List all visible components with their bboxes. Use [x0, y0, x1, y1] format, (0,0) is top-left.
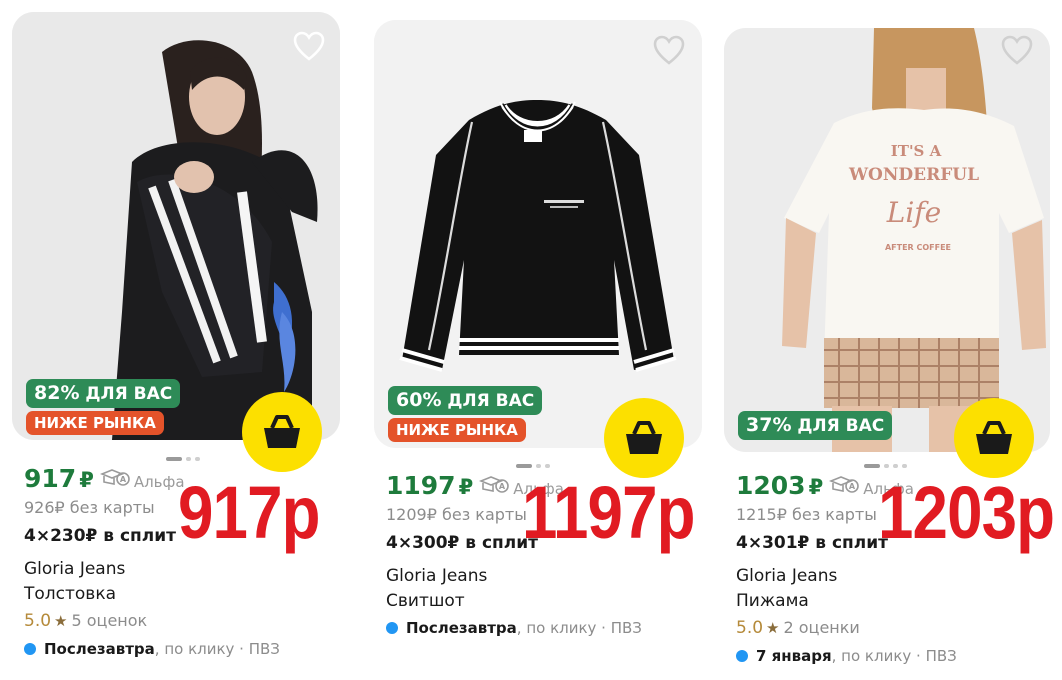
price-without-card: 926₽ без карты	[24, 498, 155, 517]
currency-sign: ₽	[79, 468, 94, 492]
below-market-badge: НИЖЕ РЫНКА	[388, 418, 526, 442]
heart-icon[interactable]	[292, 30, 326, 62]
alfa-bank-icon: A	[829, 476, 860, 493]
overlay-price: 1197р	[522, 471, 696, 554]
rating-score: 5.0	[24, 611, 52, 631]
card-price: 917	[24, 464, 77, 493]
overlay-price: 917р	[178, 471, 320, 554]
heart-icon[interactable]	[1000, 34, 1034, 66]
delivery-info: 7 января, по клику · ПВЗ	[736, 647, 957, 665]
basket-icon	[264, 415, 300, 448]
star-icon: ★	[54, 612, 68, 630]
badges: 82% ДЛЯ ВАС НИЖЕ РЫНКА	[26, 379, 181, 435]
product-title[interactable]: Свитшот	[386, 591, 465, 611]
image-pager-dots[interactable]	[864, 464, 907, 468]
rating-score: 5.0	[736, 618, 764, 638]
basket-icon	[976, 421, 1012, 454]
star-icon: ★	[766, 619, 780, 637]
rating: 5.0 ★ 5 оценок	[24, 611, 147, 631]
alfa-bank-icon: A	[99, 469, 130, 486]
product-image[interactable]	[374, 20, 702, 448]
rating-count: 5 оценок	[71, 611, 148, 630]
badges: 60% ДЛЯ ВАС НИЖЕ РЫНКА	[388, 386, 543, 442]
brand-name[interactable]: Gloria Jeans	[736, 566, 837, 586]
discount-badge: 82% ДЛЯ ВАС	[26, 379, 181, 408]
delivery-dot-icon	[736, 650, 748, 662]
add-to-cart-button[interactable]	[604, 398, 684, 478]
brand-name[interactable]: Gloria Jeans	[24, 559, 125, 579]
discount-badge: 60% ДЛЯ ВАС	[388, 386, 543, 415]
add-to-cart-button[interactable]	[954, 398, 1034, 478]
delivery-dot-icon	[24, 643, 36, 655]
shirt-print-line2: WONDERFUL	[848, 165, 979, 185]
delivery-day: Послезавтра	[44, 640, 155, 658]
price-without-card: 1209₽ без карты	[386, 505, 527, 524]
svg-text:A: A	[120, 475, 127, 484]
shirt-print-line3: Life	[886, 196, 941, 229]
image-pager-dots[interactable]	[516, 464, 550, 468]
delivery-dot-icon	[386, 622, 398, 634]
product-image[interactable]	[12, 12, 340, 440]
basket-icon	[626, 421, 662, 454]
svg-text:A: A	[499, 482, 506, 491]
product-title[interactable]: Пижама	[736, 591, 809, 611]
product-image[interactable]: IT'S A WONDERFUL Life AFTER COFFEE	[724, 28, 1050, 452]
currency-sign: ₽	[458, 475, 474, 499]
hoodie-photo	[12, 12, 340, 440]
rating: 5.0 ★ 2 оценки	[736, 618, 860, 638]
image-pager-dots[interactable]	[166, 457, 200, 461]
overlay-price: 1203р	[878, 471, 1055, 554]
alfa-bank-icon: A	[479, 476, 510, 493]
badges: 37% ДЛЯ ВАС	[738, 411, 893, 440]
shirt-print-line4: AFTER COFFEE	[885, 243, 951, 252]
split-payment[interactable]: 4×301₽ в сплит	[736, 533, 888, 553]
below-market-badge: НИЖЕ РЫНКА	[26, 411, 164, 435]
rating-count: 2 оценки	[783, 618, 860, 637]
add-to-cart-button[interactable]	[242, 392, 322, 472]
brand-name[interactable]: Gloria Jeans	[386, 566, 487, 586]
bank-label: Альфа	[133, 473, 185, 491]
price-row: 917 ₽ A Альфа	[24, 464, 185, 493]
delivery-details: , по клику · ПВЗ	[516, 619, 642, 637]
delivery-day: Послезавтра	[406, 619, 517, 637]
card-price: 1203	[736, 471, 806, 500]
delivery-details: , по клику · ПВЗ	[154, 640, 280, 658]
sweatshirt-photo	[374, 20, 702, 448]
heart-icon[interactable]	[652, 34, 686, 66]
delivery-info: Послезавтра, по клику · ПВЗ	[24, 640, 280, 658]
delivery-details: , по клику · ПВЗ	[831, 647, 957, 665]
svg-text:A: A	[849, 482, 856, 491]
currency-sign: ₽	[808, 475, 824, 499]
discount-badge: 37% ДЛЯ ВАС	[738, 411, 893, 440]
price-without-card: 1215₽ без карты	[736, 505, 877, 524]
card-price: 1197	[386, 471, 456, 500]
delivery-day: 7 января	[756, 647, 832, 665]
split-payment[interactable]: 4×300₽ в сплит	[386, 533, 538, 553]
delivery-info: Послезавтра, по клику · ПВЗ	[386, 619, 642, 637]
split-payment[interactable]: 4×230₽ в сплит	[24, 526, 176, 546]
product-title[interactable]: Толстовка	[24, 584, 116, 604]
pajama-photo: IT'S A WONDERFUL Life AFTER COFFEE	[724, 28, 1050, 452]
shirt-print-line1: IT'S A	[891, 142, 942, 160]
